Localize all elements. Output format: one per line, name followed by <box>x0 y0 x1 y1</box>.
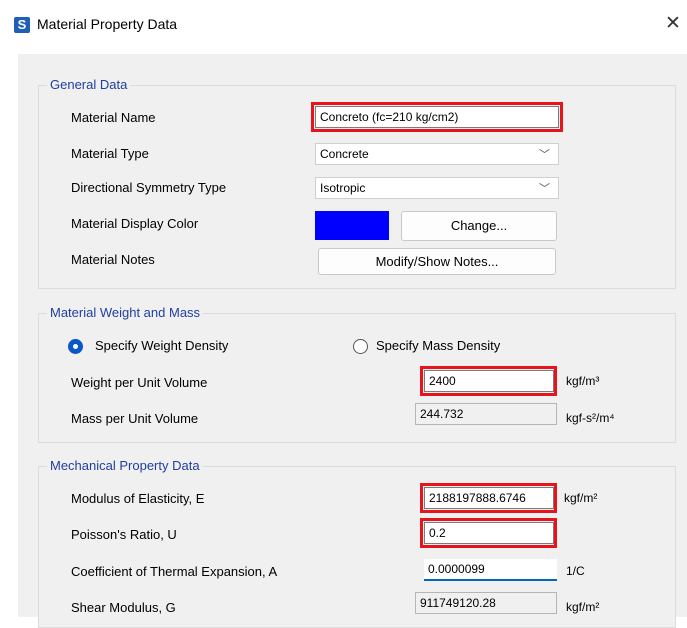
shear-modulus-label: Shear Modulus, G <box>71 600 176 615</box>
window-title: Material Property Data <box>37 16 178 32</box>
symmetry-type-label: Directional Symmetry Type <box>71 180 227 195</box>
shear-unit: kgf/m² <box>566 600 600 614</box>
weight-per-volume-label: Weight per Unit Volume <box>71 375 208 390</box>
dialog-body: General Data Material Name Concreto (fc=… <box>18 54 687 628</box>
material-name-label: Material Name <box>71 110 156 125</box>
thermal-expansion-input[interactable]: 0.0000099 <box>424 559 557 581</box>
chevron-down-icon: ﹀ <box>539 149 550 161</box>
material-type-label: Material Type <box>71 146 149 161</box>
thermal-unit: 1/C <box>566 564 585 578</box>
material-type-value: Concrete <box>320 147 369 161</box>
weight-density-radio[interactable] <box>68 339 83 354</box>
modulus-label: Modulus of Elasticity, E <box>71 491 205 506</box>
symmetry-type-select[interactable]: Isotropic ﹀ <box>315 177 559 199</box>
symmetry-type-value: Isotropic <box>320 181 366 195</box>
mass-density-radio-label[interactable]: Specify Mass Density <box>376 338 500 353</box>
change-color-button[interactable]: Change... <box>401 211 557 241</box>
mechanical-property-title: Mechanical Property Data <box>47 458 203 473</box>
modulus-unit: kgf/m² <box>564 491 598 505</box>
thermal-expansion-label: Coefficient of Thermal Expansion, A <box>71 564 278 579</box>
poisson-label: Poisson's Ratio, U <box>71 527 177 542</box>
title-bar: S Material Property Data ✕ <box>0 0 687 54</box>
material-name-input[interactable]: Concreto (fc=210 kg/cm2) <box>315 106 559 128</box>
poisson-input[interactable]: 0.2 <box>424 522 554 544</box>
modulus-input[interactable]: 2188197888.6746 <box>424 487 554 509</box>
general-data-title: General Data <box>47 77 131 92</box>
modify-notes-button[interactable]: Modify/Show Notes... <box>318 248 556 275</box>
weight-mass-title: Material Weight and Mass <box>47 305 204 320</box>
mass-unit: kgf-s²/m⁴ <box>566 411 615 425</box>
display-color-label: Material Display Color <box>71 216 199 231</box>
material-type-select[interactable]: Concrete ﹀ <box>315 143 559 165</box>
app-logo-icon: S <box>14 17 30 33</box>
material-notes-label: Material Notes <box>71 252 155 267</box>
weight-per-volume-input[interactable]: 2400 <box>424 370 554 392</box>
weight-unit: kgf/m³ <box>566 374 600 388</box>
mass-per-volume-label: Mass per Unit Volume <box>71 411 199 426</box>
mass-per-volume-value: 244.732 <box>415 403 557 425</box>
mass-density-radio[interactable] <box>353 339 368 354</box>
chevron-down-icon: ﹀ <box>539 183 550 195</box>
weight-density-radio-label[interactable]: Specify Weight Density <box>95 338 228 353</box>
shear-modulus-value: 911749120.28 <box>415 592 557 614</box>
color-swatch[interactable] <box>315 211 389 240</box>
close-icon[interactable]: ✕ <box>665 12 681 35</box>
